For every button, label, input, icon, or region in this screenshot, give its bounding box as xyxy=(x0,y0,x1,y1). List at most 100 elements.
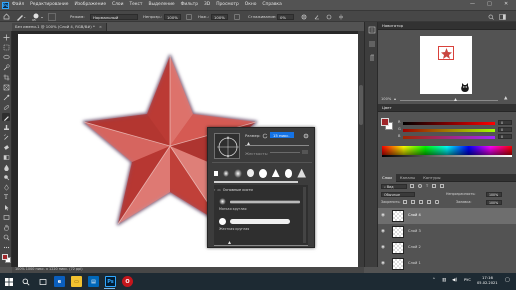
healing-brush-tool-icon[interactable] xyxy=(2,103,10,111)
filter-pixel-icon[interactable] xyxy=(410,184,414,188)
lasso-tool-icon[interactable] xyxy=(2,53,10,61)
menu-image[interactable]: Изображение xyxy=(74,2,106,7)
brush-thumb[interactable] xyxy=(259,168,267,178)
quick-selection-tool-icon[interactable] xyxy=(2,63,10,71)
navigator-zoom-value[interactable]: 100% xyxy=(381,97,391,102)
visibility-eye-icon[interactable]: ◉ xyxy=(381,261,385,266)
layer-name[interactable]: Слой 4 xyxy=(408,213,421,218)
clock-date[interactable]: 05.02.2021 xyxy=(477,281,498,286)
dodge-tool-icon[interactable] xyxy=(2,173,10,181)
scrollbar-thumb[interactable] xyxy=(359,85,363,125)
visibility-eye-icon[interactable]: ◉ xyxy=(381,213,385,218)
frame-tool-icon[interactable] xyxy=(2,83,10,91)
color-spectrum-ramp[interactable] xyxy=(382,146,512,155)
hardness-slider-track[interactable] xyxy=(270,152,300,153)
close-tab-icon[interactable]: × xyxy=(99,25,102,29)
photoshop-taskbar-icon[interactable]: Ps xyxy=(105,276,116,287)
menu-window[interactable]: Окно xyxy=(245,2,257,7)
history-brush-tool-icon[interactable] xyxy=(2,133,10,141)
color-panel-foreground-swatch[interactable] xyxy=(381,118,389,126)
menu-edit[interactable]: Редактирование xyxy=(30,2,68,7)
eyedropper-tool-icon[interactable] xyxy=(2,93,10,101)
layer-name[interactable]: Слой 1 xyxy=(408,261,421,266)
type-tool-icon[interactable]: T xyxy=(2,193,10,201)
tab-channels[interactable]: Каналы xyxy=(396,175,419,180)
search-icon[interactable] xyxy=(488,14,495,20)
paragraph-panel-icon[interactable] xyxy=(368,54,376,62)
tab-layers[interactable]: Слои xyxy=(378,173,396,182)
menu-help[interactable]: Справка xyxy=(262,2,281,7)
pressure-size-icon[interactable] xyxy=(326,14,332,20)
file-explorer-icon[interactable]: ▭ xyxy=(71,276,82,287)
layer-blend-mode-select[interactable]: Обычные xyxy=(381,192,415,197)
pen-tool-icon[interactable] xyxy=(2,183,10,191)
gradient-tool-icon[interactable] xyxy=(2,153,10,161)
g-channel-slider[interactable] xyxy=(403,129,495,132)
filter-type-icon[interactable]: T xyxy=(426,184,428,189)
history-panel-icon[interactable] xyxy=(368,26,376,34)
brush-angle-preview[interactable] xyxy=(214,133,240,159)
brush-thumb[interactable] xyxy=(271,169,280,177)
task-view-icon[interactable] xyxy=(37,276,48,287)
opacity-field[interactable]: 100% xyxy=(164,14,181,20)
brush-preset-picker[interactable]: 95 xyxy=(32,12,44,22)
lock-artboard-icon[interactable] xyxy=(427,200,431,204)
network-icon[interactable]: ▥ xyxy=(442,278,446,284)
start-windows-icon[interactable] xyxy=(3,276,14,287)
clone-stamp-tool-icon[interactable] xyxy=(2,123,10,131)
foreground-color-swatch[interactable] xyxy=(2,254,8,260)
layer-row[interactable]: ◉ Слой 1 xyxy=(378,256,516,272)
reset-size-icon[interactable] xyxy=(262,133,268,139)
menu-file[interactable]: Файл xyxy=(12,2,24,7)
lock-transparent-icon[interactable] xyxy=(403,200,407,204)
angle-icon[interactable] xyxy=(314,14,320,20)
flow-field[interactable]: 100% xyxy=(211,14,228,20)
layer-row[interactable]: ◉ Слой 2 xyxy=(378,240,516,256)
brush-thumb[interactable] xyxy=(214,170,219,176)
crop-tool-icon[interactable] xyxy=(2,73,10,81)
maximize-icon[interactable]: □ xyxy=(487,2,492,7)
more-tools-icon[interactable] xyxy=(2,243,10,251)
navigator-panel-header[interactable]: Навигатор xyxy=(378,22,516,30)
brush-size-slider-track[interactable] xyxy=(245,145,309,146)
opera-browser-icon[interactable]: O xyxy=(122,276,133,287)
brush-tool-preset-icon[interactable] xyxy=(16,13,26,21)
r-channel-slider[interactable] xyxy=(403,122,495,125)
brush-settings-gear-icon[interactable] xyxy=(303,133,309,139)
minimize-icon[interactable]: — xyxy=(470,2,475,7)
blur-tool-icon[interactable] xyxy=(2,163,10,171)
grayscale-ramp[interactable] xyxy=(382,155,512,157)
preset-hard-round-row[interactable]: Жесткая круглая xyxy=(214,215,308,235)
layer-filter-select[interactable]: ⌕ Вид xyxy=(381,184,407,189)
lock-position-icon[interactable] xyxy=(419,200,423,204)
brush-panel-toggle-icon[interactable] xyxy=(48,13,56,21)
zoom-in-icon[interactable]: ▲ xyxy=(504,96,507,102)
clock-time[interactable]: 17:16 xyxy=(482,276,493,280)
g-channel-field[interactable]: 0 xyxy=(498,127,512,132)
close-icon[interactable]: ✕ xyxy=(504,2,508,7)
edge-browser-icon[interactable]: e xyxy=(54,276,65,287)
menu-select[interactable]: Выделение xyxy=(148,2,174,7)
brush-thumb[interactable] xyxy=(234,168,243,178)
navigator-zoom-slider[interactable] xyxy=(400,100,498,101)
workspace-icon[interactable] xyxy=(499,14,506,20)
rectangle-tool-icon[interactable] xyxy=(2,213,10,221)
notifications-icon[interactable]: ▢ xyxy=(505,278,510,283)
blend-mode-select[interactable]: Нормальный xyxy=(90,14,138,20)
move-tool-icon[interactable] xyxy=(2,33,10,41)
visibility-eye-icon[interactable]: ◉ xyxy=(381,229,385,234)
search-icon[interactable] xyxy=(20,276,31,287)
r-channel-field[interactable]: 0 xyxy=(498,120,512,125)
fill-field[interactable]: 100% xyxy=(486,200,502,205)
airbrush-icon[interactable] xyxy=(234,14,240,20)
tab-paths[interactable]: Контуры xyxy=(419,175,444,180)
filter-shape-icon[interactable] xyxy=(432,184,437,188)
menu-3d[interactable]: 3D xyxy=(204,2,210,7)
menu-view[interactable]: Просмотр xyxy=(216,2,239,7)
tray-chevron-icon[interactable]: ⌃ xyxy=(432,278,436,284)
menu-filter[interactable]: Фильтр xyxy=(181,2,198,7)
language-indicator[interactable]: РУС xyxy=(464,278,471,283)
volume-icon[interactable]: ◀) xyxy=(452,278,457,284)
filter-adjustment-icon[interactable] xyxy=(418,184,422,188)
zoom-tool-icon[interactable] xyxy=(2,233,10,241)
